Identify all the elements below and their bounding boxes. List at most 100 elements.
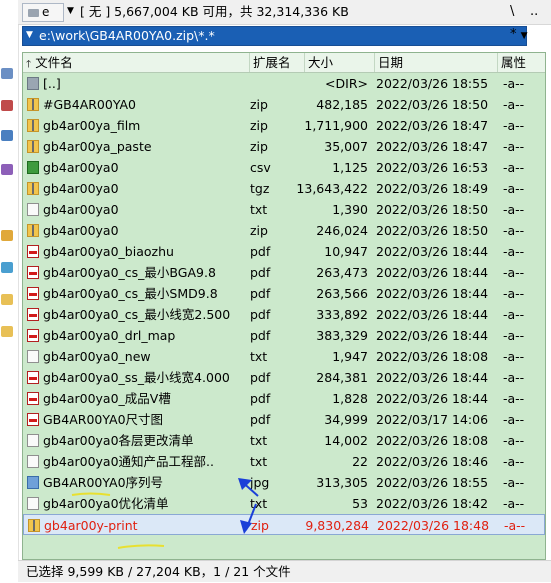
file-attr: -a-- <box>504 518 526 533</box>
current-path: e:\work\GB4AR00YA0.zip\*.* <box>39 28 215 43</box>
file-row[interactable]: gb4ar00ya0 csv 1,125 2022/03/26 16:53 -a-- <box>23 157 545 178</box>
column-header-name[interactable]: 🡑 文件名 <box>23 53 250 72</box>
file-date: 2022/03/26 18:47 <box>376 139 489 154</box>
file-attr: -a-- <box>503 370 525 385</box>
toolbar-icon-6[interactable] <box>1 262 13 273</box>
file-row[interactable]: gb4ar00ya0 zip 246,024 2022/03/26 18:50 -a-- <box>23 220 545 241</box>
file-size: 246,024 <box>316 223 368 238</box>
file-attr: -a-- <box>503 223 525 238</box>
column-header-attr[interactable]: 属性 <box>498 53 545 72</box>
file-name: gb4ar00ya0_new <box>43 349 151 364</box>
file-name: [..] <box>43 76 61 91</box>
pdf-file-icon <box>27 329 39 342</box>
column-header-size[interactable]: 大小 <box>305 53 375 72</box>
file-name: gb4ar00ya0 <box>43 202 119 217</box>
toolbar-icon-1[interactable] <box>1 68 13 79</box>
zip-archive-icon <box>27 119 39 132</box>
file-size: 284,381 <box>316 370 368 385</box>
file-date: 2022/03/26 18:44 <box>376 265 489 280</box>
file-attr: -a-- <box>503 139 525 154</box>
file-row[interactable]: gb4ar00y-print zip 9,830,284 2022/03/26 18:… <box>23 514 545 535</box>
left-toolbar-strip <box>0 0 19 582</box>
toolbar-icon-3[interactable] <box>1 130 13 141</box>
history-star-button[interactable]: * ▼ <box>510 26 528 45</box>
file-row[interactable]: gb4ar00ya0通知产品工程部.. txt 22 2022/03/26 18:46… <box>23 451 545 472</box>
chevron-down-icon[interactable]: ▼ <box>26 30 33 40</box>
file-attr: -a-- <box>503 412 525 427</box>
file-name: gb4ar00ya0_cs_最小SMD9.8 <box>43 286 218 301</box>
file-row[interactable]: gb4ar00ya0各层更改清单 txt 14,002 2022/03/26 18:0… <box>23 430 545 451</box>
root-dir-button[interactable]: \ <box>510 3 514 20</box>
file-row[interactable]: gb4ar00ya_film zip 1,711,900 2022/03/26 18:… <box>23 115 545 136</box>
file-size: 1,947 <box>332 349 368 364</box>
file-date: 2022/03/26 18:47 <box>376 118 489 133</box>
file-size: 313,305 <box>316 475 368 490</box>
pdf-file-icon <box>27 287 39 300</box>
file-row[interactable]: gb4ar00ya0_cs_最小BGA9.8 pdf 263,473 2022/03/… <box>23 262 545 283</box>
file-size: 263,566 <box>316 286 368 301</box>
file-row[interactable]: GB4AR00YA0尺寸图 pdf 34,999 2022/03/17 14:06 -a… <box>23 409 545 430</box>
chevron-down-icon: ▼ <box>520 31 528 41</box>
file-row[interactable]: gb4ar00ya0 txt 1,390 2022/03/26 18:50 -a-- <box>23 199 545 220</box>
file-name: gb4ar00ya0 <box>43 160 119 175</box>
drive-select-button[interactable]: e <box>22 3 64 22</box>
path-bar[interactable]: ▼ e:\work\GB4AR00YA0.zip\*.* <box>22 26 527 46</box>
file-attr: -a-- <box>503 454 525 469</box>
column-header-date[interactable]: 日期 <box>375 53 498 72</box>
file-date: 2022/03/26 18:46 <box>376 454 489 469</box>
file-row[interactable]: gb4ar00ya0优化清单 txt 53 2022/03/26 18:42 -a-- <box>23 493 545 514</box>
file-name: gb4ar00ya0各层更改清单 <box>43 433 194 448</box>
toolbar-icon-2[interactable] <box>1 100 13 111</box>
file-attr: -a-- <box>503 328 525 343</box>
file-name: gb4ar00ya_paste <box>43 139 152 154</box>
pdf-file-icon <box>27 371 39 384</box>
file-row[interactable]: gb4ar00ya_paste zip 35,007 2022/03/26 18:47… <box>23 136 545 157</box>
folder-icon[interactable] <box>1 294 13 305</box>
file-row[interactable]: gb4ar00ya0_cs_最小线宽2.500 pdf 333,892 2022/03… <box>23 304 545 325</box>
file-date: 2022/03/26 18:55 <box>376 76 489 91</box>
file-size: 35,007 <box>324 139 368 154</box>
file-date: 2022/03/26 18:55 <box>376 475 489 490</box>
file-row[interactable]: gb4ar00ya0 tgz 13,643,422 2022/03/26 18:49-… <box>23 178 545 199</box>
file-row[interactable]: [..] <DIR> 2022/03/26 18:55 -a-- <box>23 73 545 94</box>
file-name: gb4ar00ya0 <box>43 181 119 196</box>
file-size: 1,711,900 <box>304 118 368 133</box>
file-row[interactable]: gb4ar00ya0_biaozhu pdf 10,947 2022/03/26 18… <box>23 241 545 262</box>
parent-dir-button[interactable]: .. <box>530 3 538 20</box>
file-row[interactable]: #GB4AR00YA0 zip 482,185 2022/03/26 18:50 -a-… <box>23 94 545 115</box>
text-file-icon <box>27 203 39 216</box>
file-date: 2022/03/26 18:50 <box>376 202 489 217</box>
file-row[interactable]: gb4ar00ya0_ss_最小线宽4.000 pdf 284,381 2022/03… <box>23 367 545 388</box>
file-size: 22 <box>352 454 368 469</box>
file-name: GB4AR00YA0尺寸图 <box>43 412 164 427</box>
file-name: gb4ar00ya0通知产品工程部.. <box>43 454 214 469</box>
file-date: 2022/03/26 18:49 <box>376 181 489 196</box>
file-row[interactable]: gb4ar00ya0_cs_最小SMD9.8 pdf 263,566 2022/03/… <box>23 283 545 304</box>
file-row[interactable]: gb4ar00ya0_drl_map pdf 383,329 2022/03/26 1… <box>23 325 545 346</box>
file-size: 263,473 <box>316 265 368 280</box>
file-size: 1,125 <box>332 160 368 175</box>
file-attr: -a-- <box>503 244 525 259</box>
chevron-down-icon[interactable]: ▼ <box>67 6 74 16</box>
file-row[interactable]: GB4AR00YA0序列号 jpg 313,305 2022/03/26 18:55-… <box>23 472 545 493</box>
file-row[interactable]: gb4ar00ya0_new txt 1,947 2022/03/26 18:08 -a… <box>23 346 545 367</box>
pdf-file-icon <box>27 392 39 405</box>
file-row[interactable]: gb4ar00ya0_成品V槽 pdf 1,828 2022/03/26 18:44-… <box>23 388 545 409</box>
file-attr: -a-- <box>503 265 525 280</box>
folder-icon-2[interactable] <box>1 326 13 337</box>
file-name: gb4ar00ya0_成品V槽 <box>43 391 171 406</box>
folder-up-icon <box>27 77 39 90</box>
text-file-icon <box>27 350 39 363</box>
file-attr: -a-- <box>503 181 525 196</box>
file-name: gb4ar00ya0_drl_map <box>43 328 176 343</box>
toolbar-icon-4[interactable] <box>1 164 13 175</box>
file-attr: -a-- <box>503 307 525 322</box>
column-header-ext[interactable]: 扩展名 <box>250 53 305 72</box>
toolbar-icon-5[interactable] <box>1 230 13 241</box>
file-attr: -a-- <box>503 118 525 133</box>
file-size: 482,185 <box>316 97 368 112</box>
file-size: 1,828 <box>332 391 368 406</box>
file-date: 2022/03/26 18:08 <box>376 433 489 448</box>
file-date: 2022/03/26 18:44 <box>376 328 489 343</box>
file-date: 2022/03/26 18:44 <box>376 307 489 322</box>
